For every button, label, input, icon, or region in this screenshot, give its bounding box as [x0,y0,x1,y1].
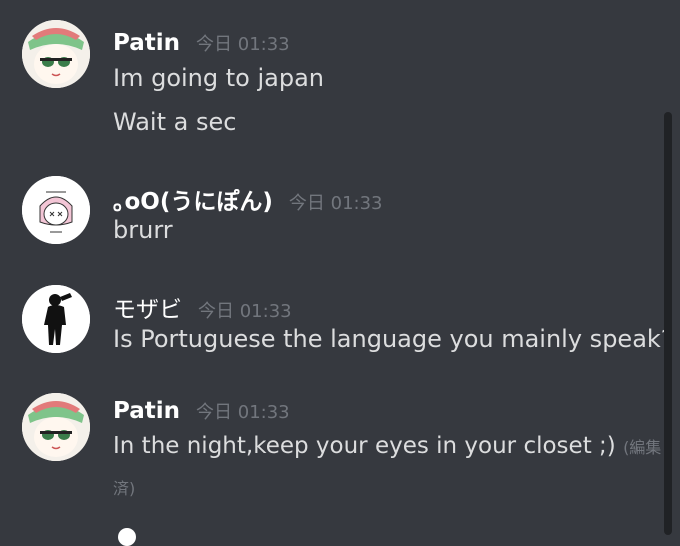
edited-label: (編集 [623,438,662,457]
edited-label: 済) [113,479,136,498]
message-header: モザビ 今日 01:33 [113,290,292,324]
username[interactable]: Patin [113,398,180,424]
username[interactable]: Patin [113,30,180,56]
username[interactable]: モザビ [113,290,182,324]
username[interactable]: ｡oO(うにぽん) [113,182,273,216]
anime-girl-avatar-icon [22,393,90,461]
timestamp: 今日 01:33 [198,301,292,322]
anime-girl-avatar-icon [22,20,90,88]
avatar[interactable] [22,285,90,353]
avatar [118,528,136,546]
message-text: brurr [113,216,173,244]
message-header: Patin 今日 01:33 [113,398,290,424]
timestamp: 今日 01:33 [196,402,290,423]
avatar[interactable] [22,20,90,88]
message-body: In the night,keep your eyes in your clos… [113,433,616,459]
avatar[interactable] [22,393,90,461]
message-header: ｡oO(うにぽん) 今日 01:33 [113,182,383,216]
message-text: Is Portuguese the language you mainly sp… [113,325,674,353]
avatar[interactable] [22,176,90,244]
message-text: In the night,keep your eyes in your clos… [113,433,661,459]
message-text: Im going to japan [113,64,324,92]
message-header: Patin 今日 01:33 [113,30,290,56]
message-text: Wait a sec [113,108,237,136]
silhouette-avatar-icon [22,285,90,353]
timestamp: 今日 01:33 [196,34,290,55]
scrollbar[interactable] [664,112,672,535]
timestamp: 今日 01:33 [288,193,383,214]
sketch-girl-avatar-icon [22,176,90,244]
